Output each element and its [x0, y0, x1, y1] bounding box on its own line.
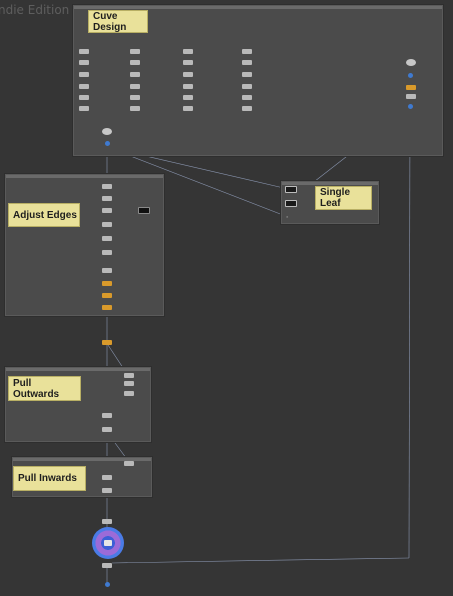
- sticky-label: Pull Inwards: [18, 473, 77, 484]
- null-node[interactable]: [102, 563, 112, 568]
- node[interactable]: [124, 461, 134, 466]
- node[interactable]: [124, 391, 134, 396]
- node[interactable]: [183, 49, 193, 54]
- node[interactable]: [79, 49, 89, 54]
- node[interactable]: [242, 60, 252, 65]
- sticky-note-pull-outwards[interactable]: Pull Outwards: [8, 376, 81, 401]
- transform-node[interactable]: [408, 73, 413, 78]
- node[interactable]: [130, 95, 140, 100]
- node[interactable]: [102, 236, 112, 241]
- attribute-node[interactable]: [102, 340, 112, 345]
- node[interactable]: [79, 106, 89, 111]
- node[interactable]: [102, 268, 112, 273]
- node[interactable]: [130, 60, 140, 65]
- network-box-header[interactable]: [74, 6, 442, 9]
- node[interactable]: [242, 95, 252, 100]
- node[interactable]: [242, 84, 252, 89]
- node[interactable]: [183, 106, 193, 111]
- node[interactable]: [79, 72, 89, 77]
- display-node[interactable]: [104, 540, 112, 546]
- transform-node[interactable]: [105, 141, 110, 146]
- node[interactable]: [102, 427, 112, 432]
- node[interactable]: [102, 250, 112, 255]
- node[interactable]: [285, 186, 297, 193]
- sticky-label: Single Leaf: [320, 187, 351, 209]
- node[interactable]: [102, 475, 112, 480]
- node[interactable]: [102, 519, 112, 524]
- attribute-node[interactable]: [102, 281, 112, 286]
- merge-node[interactable]: [406, 59, 416, 66]
- node[interactable]: [183, 95, 193, 100]
- node[interactable]: [130, 49, 140, 54]
- node[interactable]: [183, 84, 193, 89]
- node[interactable]: [183, 60, 193, 65]
- output-node[interactable]: [105, 582, 110, 587]
- node[interactable]: [183, 72, 193, 77]
- x-marker-icon: ✕: [286, 215, 289, 219]
- network-box-header[interactable]: [6, 175, 163, 178]
- sticky-label: Cuve Design: [93, 10, 127, 33]
- sticky-note-adjust-edges[interactable]: Adjust Edges: [8, 203, 80, 227]
- node[interactable]: [102, 184, 112, 189]
- network-box-adjust-edges[interactable]: [5, 174, 164, 316]
- node[interactable]: [130, 84, 140, 89]
- node[interactable]: [242, 49, 252, 54]
- attribute-node[interactable]: [102, 293, 112, 298]
- node[interactable]: [242, 72, 252, 77]
- sticky-label: Adjust Edges: [13, 209, 77, 221]
- node[interactable]: [242, 106, 252, 111]
- node[interactable]: [102, 222, 112, 227]
- attribute-node[interactable]: [406, 85, 416, 90]
- network-box-header[interactable]: [282, 182, 378, 185]
- sticky-note-single-leaf[interactable]: Single Leaf: [315, 186, 372, 210]
- target-ring-icon[interactable]: [92, 527, 124, 559]
- transform-node[interactable]: [408, 104, 413, 109]
- attribute-node[interactable]: [102, 305, 112, 310]
- sticky-label: Pull Outwards: [13, 377, 60, 400]
- node[interactable]: [285, 200, 297, 207]
- sticky-note-cuve-design[interactable]: Cuve Design: [88, 10, 148, 33]
- node[interactable]: [102, 413, 112, 418]
- network-box-header[interactable]: [6, 368, 150, 371]
- sticky-note-pull-inwards[interactable]: Pull Inwards: [13, 466, 86, 491]
- node[interactable]: [79, 95, 89, 100]
- node[interactable]: [130, 72, 140, 77]
- node[interactable]: [124, 381, 134, 386]
- node[interactable]: [79, 84, 89, 89]
- node[interactable]: [130, 106, 140, 111]
- node[interactable]: [124, 373, 134, 378]
- node[interactable]: [138, 207, 150, 214]
- node[interactable]: [406, 94, 416, 99]
- merge-node[interactable]: [102, 128, 112, 135]
- node[interactable]: [79, 60, 89, 65]
- node[interactable]: [102, 196, 112, 201]
- node[interactable]: [102, 208, 112, 213]
- node[interactable]: [102, 488, 112, 493]
